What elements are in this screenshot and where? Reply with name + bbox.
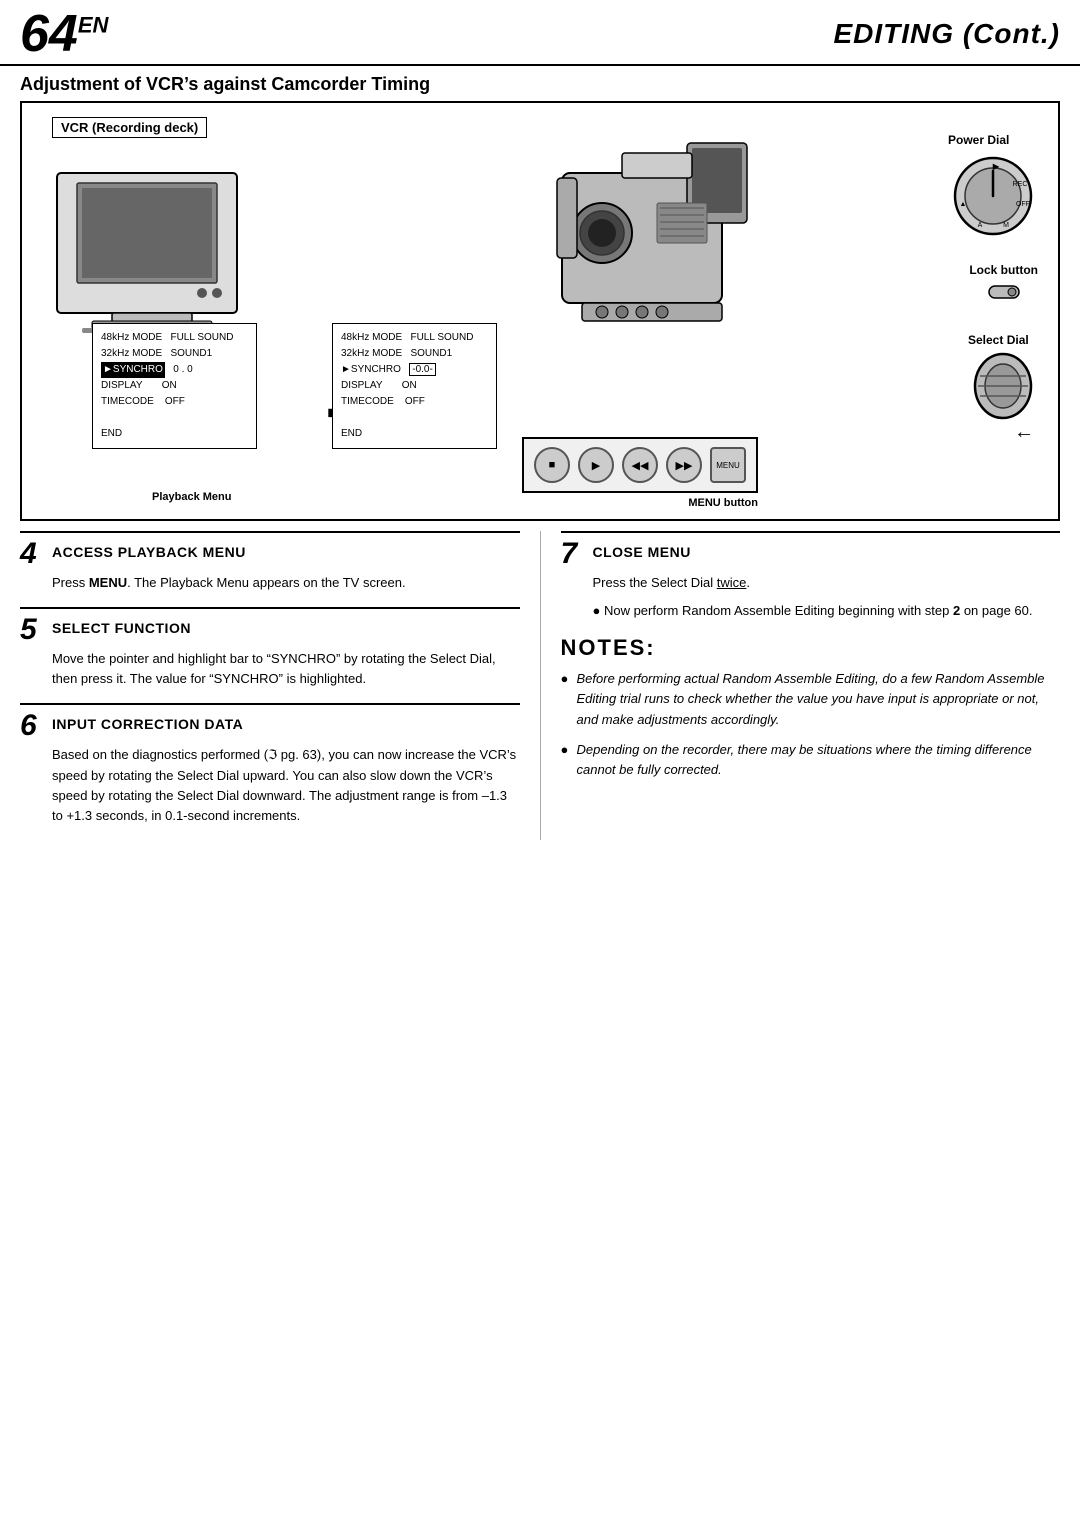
step-7-title: CLOSE MENU: [593, 539, 691, 561]
step-4-title: ACCESS PLAYBACK MENU: [52, 539, 246, 561]
lock-button-label: Lock button: [969, 263, 1038, 277]
diagram-box: VCR (Recording deck) 48kHz MODE FULL SOU…: [20, 101, 1060, 521]
left-column: 4 ACCESS PLAYBACK MENU Press MENU. The P…: [20, 531, 541, 840]
select-dial-label: Select Dial: [968, 333, 1038, 347]
step-4-block: 4 ACCESS PLAYBACK MENU Press MENU. The P…: [20, 531, 520, 593]
ff-button-icon: ▶▶: [666, 447, 702, 483]
section-title: EDITING (Cont.): [833, 18, 1060, 50]
step-7-subnote: ● Now perform Random Assemble Editing be…: [593, 601, 1061, 621]
notes-section: NOTES: Before performing actual Random A…: [561, 635, 1061, 780]
menu-button-icon: MENU: [710, 447, 746, 483]
right-column: 7 CLOSE MENU Press the Select Dial twice…: [541, 531, 1061, 840]
menu-button-area: ■ ▶ ◀◀ ▶▶ MENU MENU button: [522, 437, 758, 509]
note-item-1: Before performing actual Random Assemble…: [561, 669, 1061, 729]
step-5-body: Move the pointer and highlight bar to “S…: [52, 649, 520, 689]
svg-text:▲: ▲: [960, 201, 967, 208]
step-7-number: 7: [561, 539, 585, 569]
step-6-body: Based on the diagnostics performed (ℑ pg…: [52, 745, 520, 826]
playback-menu-label: Playback Menu: [152, 491, 231, 503]
vcr-monitor-drawing: [52, 143, 252, 333]
step-6-title: INPUT CORRECTION DATA: [52, 711, 243, 733]
camcorder-drawing: [502, 123, 782, 383]
step-5-block: 5 SELECT FUNCTION Move the pointer and h…: [20, 607, 520, 689]
step-7-block: 7 CLOSE MENU Press the Select Dial twice…: [561, 531, 1061, 621]
page-number: 64EN: [20, 8, 108, 60]
step-7-body: Press the Select Dial twice.: [593, 573, 1061, 593]
page-header: 64EN EDITING (Cont.): [0, 0, 1080, 66]
step-6-block: 6 INPUT CORRECTION DATA Based on the dia…: [20, 703, 520, 826]
step-5-number: 5: [20, 615, 44, 645]
step-6-number: 6: [20, 711, 44, 741]
content-area: 4 ACCESS PLAYBACK MENU Press MENU. The P…: [20, 531, 1060, 840]
select-dial-section: Select Dial ←: [968, 333, 1038, 444]
menu-button-label: MENU button: [522, 497, 758, 509]
menu-buttons-row: ■ ▶ ◀◀ ▶▶ MENU: [522, 437, 758, 493]
notes-title: NOTES:: [561, 635, 1061, 661]
step-4-body: Press MENU. The Playback Menu appears on…: [52, 573, 520, 593]
play-button-icon: ▶: [578, 447, 614, 483]
menu-panel-right: 48kHz MODE FULL SOUND 32kHz MODE SOUND1 …: [332, 323, 497, 449]
step-5-title: SELECT FUNCTION: [52, 615, 191, 637]
lock-button-section: Lock button: [969, 263, 1038, 301]
page-subtitle: Adjustment of VCR’s against Camcorder Ti…: [0, 66, 1080, 101]
svg-text:OFF: OFF: [1016, 201, 1030, 208]
note-item-2: Depending on the recorder, there may be …: [561, 740, 1061, 780]
stop-button-icon: ■: [534, 447, 570, 483]
step-4-number: 4: [20, 539, 44, 569]
svg-text:REC: REC: [1013, 181, 1028, 188]
rewind-button-icon: ◀◀: [622, 447, 658, 483]
svg-text:M: M: [1003, 222, 1009, 229]
power-dial-section: Power Dial ▶ REC OFF M A ▲: [948, 133, 1038, 241]
menu-panel-left: 48kHz MODE FULL SOUND 32kHz MODE SOUND1 …: [92, 323, 257, 449]
svg-text:A: A: [978, 222, 983, 229]
power-dial-label: Power Dial: [948, 133, 1038, 147]
svg-text:▶: ▶: [992, 162, 1000, 171]
vcr-label: VCR (Recording deck): [52, 117, 207, 138]
